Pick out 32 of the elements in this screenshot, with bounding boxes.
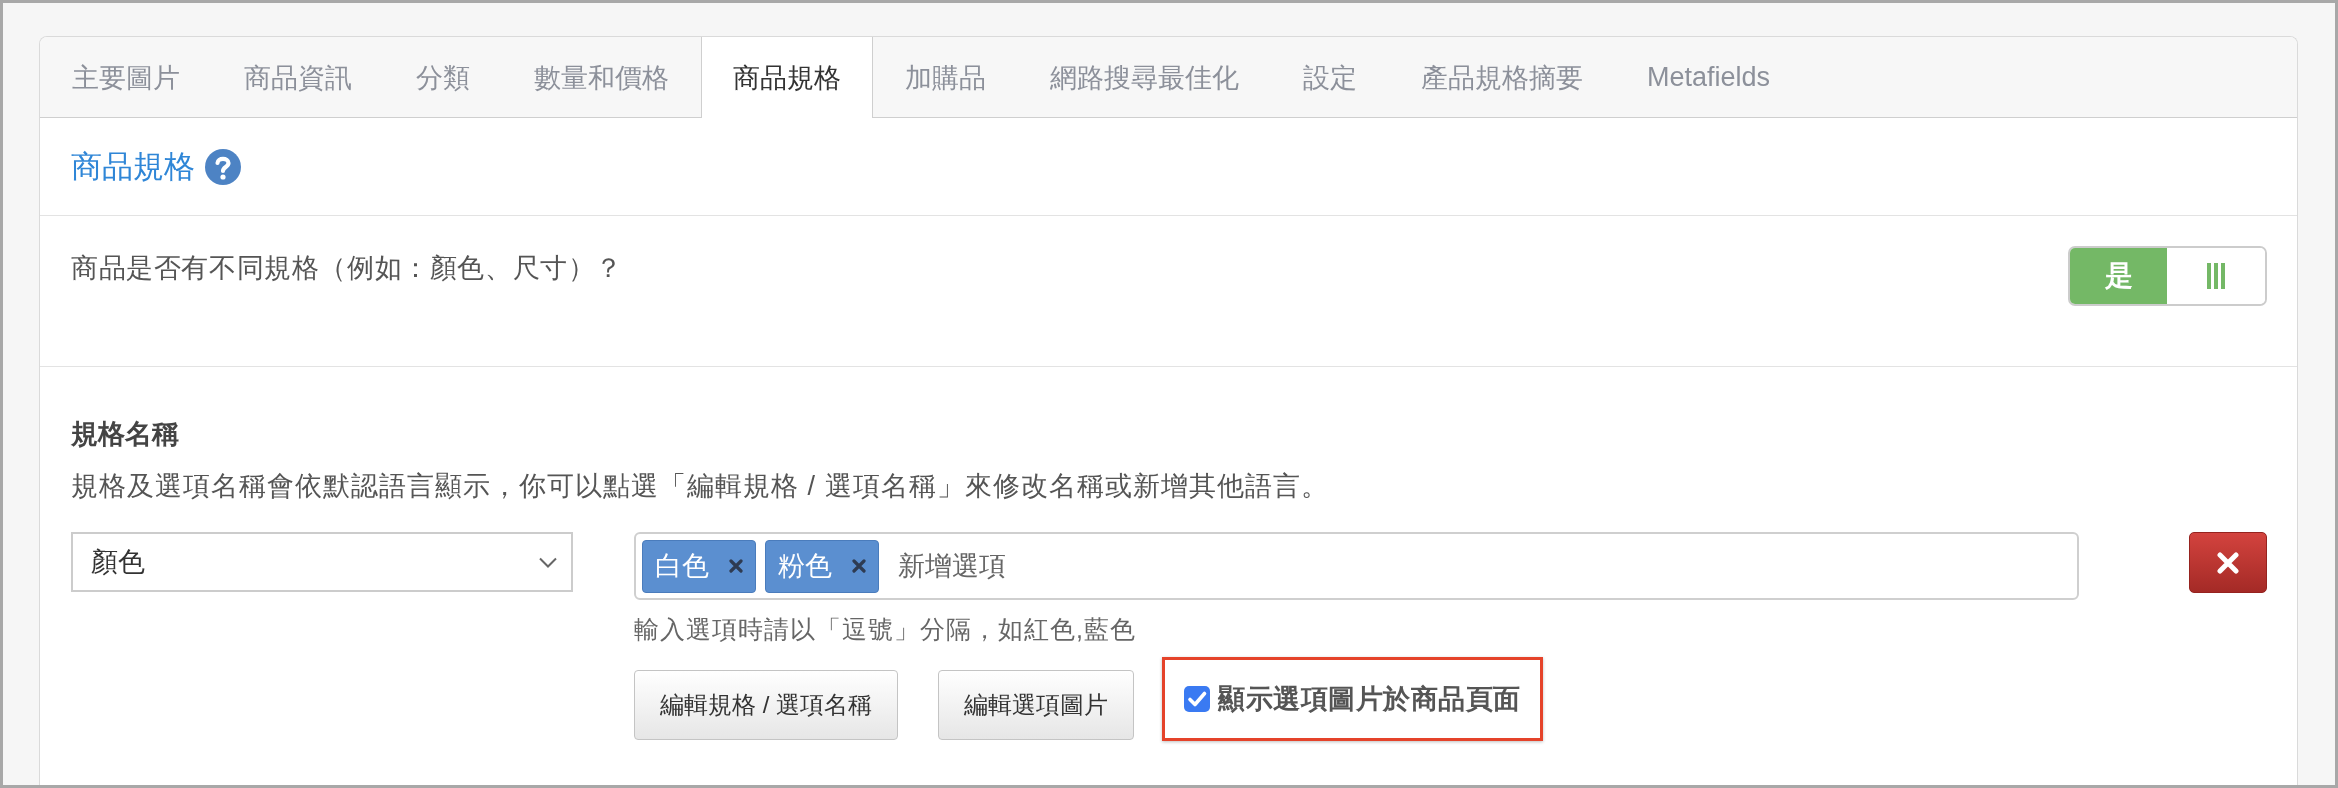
chip-label: 白色	[655, 550, 709, 583]
section-title: 商品規格	[71, 147, 195, 186]
tab[interactable]: 設定	[1271, 37, 1389, 118]
chip-label: 粉色	[778, 550, 832, 583]
tab[interactable]: 商品規格	[701, 37, 873, 118]
checkbox[interactable]	[1184, 686, 1210, 712]
edit-button[interactable]: 編輯選項圖片	[938, 670, 1134, 740]
tab[interactable]: 加購品	[873, 37, 1018, 118]
edit-button[interactable]: 編輯規格 / 選項名稱	[634, 670, 898, 740]
tab[interactable]: 網路搜尋最佳化	[1018, 37, 1271, 118]
tab[interactable]: 商品資訊	[212, 37, 384, 118]
section-heading: 規格名稱	[71, 418, 180, 451]
tab[interactable]: 產品規格摘要	[1389, 37, 1615, 118]
tab[interactable]: Metafields	[1615, 37, 1803, 118]
option-name-dropdown[interactable]: 顏色	[71, 532, 573, 592]
close-icon	[2217, 551, 2239, 574]
hint-text: 輸入選項時請以「逗號」分隔，如紅色,藍色	[634, 614, 1137, 645]
new-option-input[interactable]: 新增選項	[898, 544, 2071, 588]
description-text: 規格及選項名稱會依默認語言顯示，你可以點選「編輯規格 / 選項名稱」來修改名稱或新增其他語言。	[71, 470, 1330, 503]
close-icon[interactable]	[729, 559, 743, 573]
toggle-switch[interactable]: 是	[2068, 246, 2267, 306]
checkbox-label: 顯示選項圖片於商品頁面	[1218, 683, 1521, 716]
tab[interactable]: 主要圖片	[40, 37, 212, 118]
grip-icon	[2207, 263, 2225, 289]
tab[interactable]: 分類	[384, 37, 502, 118]
close-icon[interactable]	[852, 559, 866, 573]
delete-button[interactable]	[2189, 532, 2267, 593]
variants-question: 商品是否有不同規格（例如：顏色、尺寸）？	[71, 252, 623, 285]
option-tags-field[interactable]: 白色 粉色 新增選項	[634, 532, 2079, 600]
help-icon[interactable]	[205, 148, 241, 185]
tab[interactable]: 數量和價格	[502, 37, 701, 118]
chevron-down-icon	[539, 556, 557, 568]
